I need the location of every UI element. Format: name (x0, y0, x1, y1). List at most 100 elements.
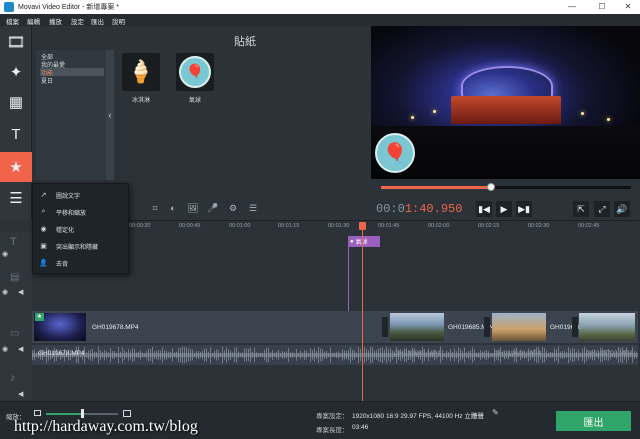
waveform-bar (92, 348, 93, 362)
waveform-bar (336, 352, 337, 358)
clip-thumbnail (492, 313, 546, 341)
gear-icon[interactable]: ⚙ (226, 201, 240, 215)
previous-frame-button[interactable]: ▮◀ (476, 201, 492, 217)
waveform-bar (206, 348, 207, 362)
equalizer-icon[interactable]: ☰ (246, 201, 260, 215)
person-icon: 👤 (39, 260, 48, 267)
waveform-bar (448, 352, 449, 358)
chevron-left-icon: ‹ (108, 110, 112, 120)
waveform-bar (114, 351, 115, 359)
waveform-bar (476, 352, 477, 358)
playhead-handle[interactable] (359, 222, 366, 230)
zoom-out-icon[interactable] (34, 410, 41, 416)
waveform-bar (192, 349, 193, 361)
preview-balloon-sticker[interactable]: 🎈 (375, 133, 415, 173)
menu-file[interactable]: 檔案 (6, 16, 19, 26)
scrubber-handle[interactable] (487, 183, 495, 191)
import-icon[interactable]: 🎞 (2, 28, 30, 56)
speaker-icon[interactable]: ◀ (18, 288, 23, 296)
crop-icon[interactable]: ⌗ (148, 201, 162, 215)
sticker-icecream[interactable]: 🍦 (122, 53, 160, 91)
transitions-icon[interactable]: ▦ (2, 88, 30, 116)
transition-marker[interactable] (382, 317, 388, 337)
more-icon[interactable]: ☰ (2, 184, 30, 212)
minimize-button[interactable]: — (562, 1, 582, 13)
transition-marker[interactable] (572, 317, 578, 337)
waveform-bar (250, 347, 251, 363)
collapse-panel-button[interactable]: ‹ (106, 50, 114, 180)
waveform-bar (470, 350, 471, 360)
play-button[interactable]: ▶ (496, 201, 512, 217)
category-summer[interactable]: 夏日 (40, 76, 104, 85)
waveform-bar (120, 351, 121, 359)
stickers-icon[interactable]: ★ (0, 152, 32, 182)
eye-icon[interactable]: ◉ (2, 250, 8, 258)
menu-item-callouts[interactable]: ↗ 圖說文字 (39, 187, 127, 203)
waveform-bar (334, 353, 335, 357)
video-track-icon: ▭ (10, 328, 20, 339)
waveform-bar (486, 349, 487, 361)
close-button[interactable]: ✕ (618, 1, 638, 13)
waveform-bar (258, 353, 259, 357)
video-track[interactable]: ★ GH019678.MP4 GH019685.MP4 GH019688.MP4 (32, 311, 638, 343)
export-frame-button[interactable]: ⇱ (573, 201, 589, 217)
fullscreen-button[interactable]: ⤢ (594, 201, 610, 217)
waveform-bar (224, 350, 225, 360)
color-icon[interactable]: ◐ (166, 201, 180, 215)
maximize-button[interactable]: ☐ (592, 1, 612, 13)
eye-icon[interactable]: ◉ (2, 345, 8, 353)
playhead[interactable] (362, 225, 363, 401)
menu-item-pan-zoom[interactable]: ⌕ 平移和縮放 (39, 204, 127, 220)
waveform-bar (226, 347, 227, 363)
pencil-icon[interactable]: ✎ (492, 408, 499, 417)
category-favorites[interactable]: 我的最愛 (40, 60, 104, 69)
sticker-balloon[interactable]: 🎈 (176, 53, 214, 91)
eye-icon[interactable]: ◉ (2, 288, 8, 296)
menu-help[interactable]: 說明 (112, 16, 125, 26)
waveform-bar (166, 350, 167, 360)
titles-icon[interactable]: T (2, 120, 30, 148)
speaker-icon[interactable]: ◀ (18, 390, 23, 398)
category-functions[interactable]: 功能 (40, 68, 104, 77)
menu-item-chroma-key[interactable]: 👤 去背 (39, 255, 127, 271)
waveform-bar (202, 350, 203, 360)
speaker-icon[interactable]: ◀ (18, 345, 23, 353)
menu-play[interactable]: 播放 (49, 16, 62, 26)
menu-export[interactable]: 匯出 (91, 16, 104, 26)
waveform-bar (576, 351, 577, 359)
waveform-bar (292, 352, 293, 358)
waveform-bar (350, 347, 351, 363)
waveform-bar (472, 347, 473, 363)
waveform-bar (356, 352, 357, 358)
menu-edit[interactable]: 編輯 (27, 16, 40, 26)
waveform-bar (294, 353, 295, 357)
waveform-bar (342, 349, 343, 361)
app-icon (4, 2, 14, 12)
zoom-in-icon[interactable] (123, 410, 131, 417)
sticker-clip[interactable]: ●氣球 (348, 236, 380, 247)
filters-icon[interactable]: ✦ (2, 58, 30, 86)
waveform-bar (344, 350, 345, 360)
transition-marker[interactable] (484, 317, 490, 337)
panel-title: 貼紙 (234, 36, 256, 48)
menu-item-stabilization[interactable]: ◉ 穩定化 (39, 221, 127, 237)
volume-button[interactable]: 🔊 (614, 201, 630, 217)
waveform-bar (460, 349, 461, 361)
zoom-slider-handle[interactable] (81, 409, 84, 418)
category-all[interactable]: 全部 (40, 52, 104, 61)
image-icon[interactable]: 🖼 (186, 201, 200, 215)
next-frame-button[interactable]: ▶▮ (516, 201, 532, 217)
waveform-bar (278, 350, 279, 360)
waveform-bar (276, 351, 277, 359)
menu-settings[interactable]: 設定 (71, 16, 84, 26)
waveform-bar (444, 353, 445, 357)
video-preview[interactable]: 🎈 (371, 26, 640, 179)
microphone-icon[interactable]: 🎤 (206, 201, 220, 215)
waveform-bar (388, 349, 389, 361)
export-button[interactable]: 匯出 (556, 411, 631, 431)
audio-track[interactable]: GH019678.MP4 GH019685.MP4 GH019688.MP4 G… (32, 345, 638, 365)
menu-item-highlight-conceal[interactable]: ▣ 突出顯示和隱藏 (39, 238, 127, 254)
track-headers: T ◉ ▤ ◉ ◀ ▭ ◉ ◀ ♪ ◀ (0, 232, 32, 400)
waveform-bar (310, 348, 311, 362)
waveform-bar (552, 352, 553, 358)
